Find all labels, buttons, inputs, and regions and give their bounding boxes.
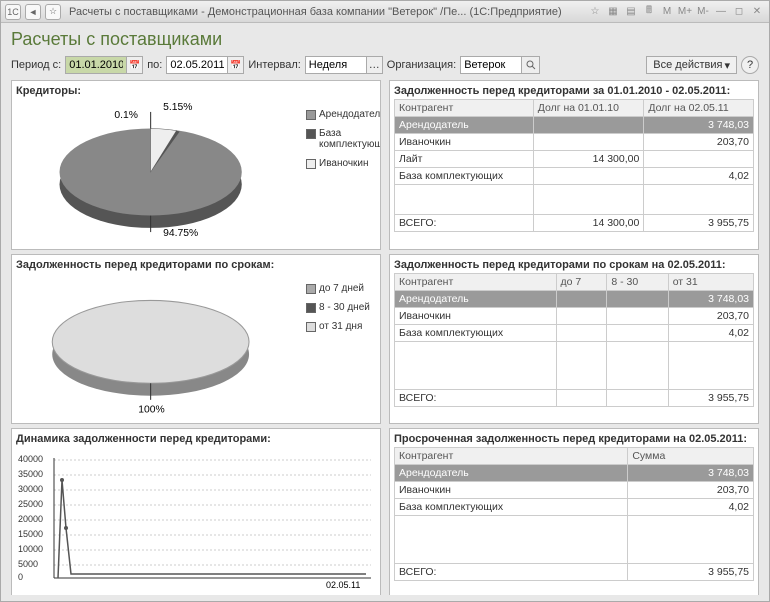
page-title: Расчеты с поставщиками bbox=[11, 29, 759, 50]
pie-chart-term: 100% bbox=[16, 273, 306, 419]
pie-label: 5.15% bbox=[163, 102, 192, 113]
chevron-down-icon: ▾ bbox=[724, 59, 730, 72]
minimize-button[interactable]: — bbox=[713, 4, 729, 20]
svg-text:20000: 20000 bbox=[18, 514, 43, 524]
panel-title: Задолженность перед кредиторами по срока… bbox=[16, 259, 376, 271]
table-row[interactable]: Иваночкин203,70 bbox=[395, 134, 754, 151]
table-row[interactable]: Лайт14 300,00 bbox=[395, 151, 754, 168]
mplus-icon[interactable]: M+ bbox=[677, 4, 693, 20]
table-row[interactable]: Иваночкин203,70 bbox=[395, 308, 754, 325]
table-row[interactable]: База комплектующих4,02 bbox=[395, 325, 754, 342]
calendar-icon[interactable]: 📅 bbox=[127, 56, 143, 74]
svg-text:35000: 35000 bbox=[18, 469, 43, 479]
mminus-icon[interactable]: M- bbox=[695, 4, 711, 20]
svg-text:0: 0 bbox=[18, 572, 23, 582]
table-debt-term[interactable]: Контрагентдо 78 - 30от 31 Арендодатель3 … bbox=[394, 273, 754, 407]
table-row[interactable]: Арендодатель3 748,03 bbox=[395, 291, 754, 308]
window-title: Расчеты с поставщиками - Демонстрационна… bbox=[65, 6, 583, 18]
legend: до 7 дней 8 - 30 дней от 31 дня bbox=[306, 273, 376, 419]
svg-text:40000: 40000 bbox=[18, 454, 43, 464]
filter-bar: Период с: 📅 по: 📅 Интервал: … Организаци… bbox=[11, 56, 759, 74]
calc-icon[interactable]: 🖩 bbox=[641, 4, 657, 20]
interval-input[interactable] bbox=[305, 56, 367, 74]
help-button[interactable]: ? bbox=[741, 56, 759, 74]
maximize-button[interactable]: ◻ bbox=[731, 4, 747, 20]
period-to-label: по: bbox=[147, 59, 162, 71]
panel-debt-period: Задолженность перед кредиторами за 01.01… bbox=[389, 80, 759, 250]
svg-text:02.05.11: 02.05.11 bbox=[326, 580, 360, 590]
pie-label: 94.75% bbox=[163, 228, 198, 239]
org-label: Организация: bbox=[387, 59, 456, 71]
pie-chart-creditors: 5.15% 0.1% 94.75% bbox=[16, 99, 306, 245]
table-row[interactable]: База комплектующих4,02 bbox=[395, 499, 754, 516]
pie-label: 0.1% bbox=[114, 110, 138, 121]
svg-text:15000: 15000 bbox=[18, 529, 43, 539]
nav-back-button[interactable]: ◄ bbox=[25, 4, 41, 20]
table-total-row: ВСЕГО:3 955,75 bbox=[395, 564, 754, 581]
favorite-icon[interactable]: ☆ bbox=[45, 4, 61, 20]
table-row[interactable]: Арендодатель3 748,03 bbox=[395, 465, 754, 482]
panel-title: Просроченная задолженность перед кредито… bbox=[394, 433, 754, 445]
org-input[interactable] bbox=[460, 56, 522, 74]
content-area: Расчеты с поставщиками Период с: 📅 по: 📅… bbox=[1, 23, 769, 601]
period-from-input[interactable] bbox=[65, 56, 127, 74]
panel-title: Задолженность перед кредиторами за 01.01… bbox=[394, 85, 754, 97]
panel-title: Кредиторы: bbox=[16, 85, 376, 97]
panel-creditors: Кредиторы: 5.15% 0.1% 94.75% Аре bbox=[11, 80, 381, 250]
all-actions-button[interactable]: Все действия ▾ bbox=[646, 56, 737, 74]
interval-picker-button[interactable]: … bbox=[367, 56, 383, 74]
panel-dynamics: Динамика задолженности перед кредиторами… bbox=[11, 428, 381, 595]
svg-text:5000: 5000 bbox=[18, 559, 38, 569]
panel-title: Динамика задолженности перед кредиторами… bbox=[16, 433, 376, 445]
period-from-label: Период с: bbox=[11, 59, 61, 71]
pie-label: 100% bbox=[138, 404, 164, 415]
app-menu-icon[interactable]: 1С bbox=[5, 4, 21, 20]
dashboard-grid: Кредиторы: 5.15% 0.1% 94.75% Аре bbox=[11, 80, 759, 595]
svg-text:30000: 30000 bbox=[18, 484, 43, 494]
close-button[interactable]: ✕ bbox=[749, 4, 765, 20]
panel-debt-term: Задолженность перед кредиторами по срока… bbox=[389, 254, 759, 424]
m-icon[interactable]: M bbox=[659, 4, 675, 20]
tool-icon-1[interactable]: ▦ bbox=[605, 4, 621, 20]
search-icon[interactable] bbox=[522, 56, 540, 74]
table-total-row: ВСЕГО:3 955,75 bbox=[395, 390, 754, 407]
panel-title: Задолженность перед кредиторами по срока… bbox=[394, 259, 754, 271]
table-total-row: ВСЕГО:14 300,003 955,75 bbox=[395, 215, 754, 232]
tool-icon-2[interactable]: ▤ bbox=[623, 4, 639, 20]
panel-by-term: Задолженность перед кредиторами по срока… bbox=[11, 254, 381, 424]
line-chart-dynamics: 40000 35000 30000 25000 20000 15000 1000… bbox=[16, 447, 376, 593]
table-debt-period[interactable]: КонтрагентДолг на 01.01.10Долг на 02.05.… bbox=[394, 99, 754, 232]
table-row[interactable]: База комплектующих4,02 bbox=[395, 168, 754, 185]
table-overdue[interactable]: КонтрагентСумма Арендодатель3 748,03 Ива… bbox=[394, 447, 754, 581]
svg-text:25000: 25000 bbox=[18, 499, 43, 509]
calendar-icon[interactable]: 📅 bbox=[228, 56, 244, 74]
app-window: 1С ◄ ☆ Расчеты с поставщиками - Демонстр… bbox=[0, 0, 770, 602]
period-to-input[interactable] bbox=[166, 56, 228, 74]
table-row[interactable]: Иваночкин203,70 bbox=[395, 482, 754, 499]
titlebar: 1С ◄ ☆ Расчеты с поставщиками - Демонстр… bbox=[1, 1, 769, 23]
svg-text:10000: 10000 bbox=[18, 544, 43, 554]
table-row[interactable]: Арендодатель3 748,03 bbox=[395, 117, 754, 134]
star-icon[interactable]: ☆ bbox=[587, 4, 603, 20]
legend: Арендодатель База комплектующих Иваночки… bbox=[306, 99, 376, 245]
panel-overdue: Просроченная задолженность перед кредито… bbox=[389, 428, 759, 595]
interval-label: Интервал: bbox=[248, 59, 300, 71]
